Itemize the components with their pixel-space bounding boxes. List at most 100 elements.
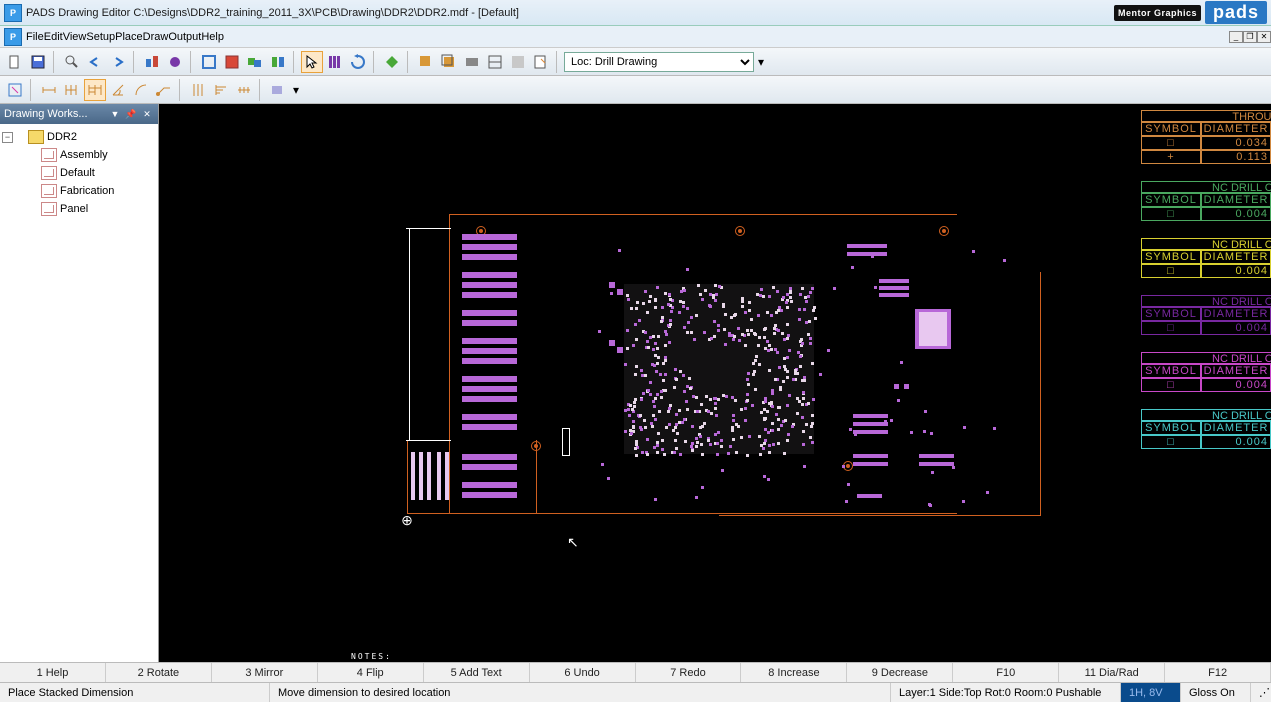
panel-title-text: Drawing Works... — [4, 108, 106, 120]
dim-horiz-icon[interactable] — [38, 79, 60, 101]
tree-item-default[interactable]: Default — [2, 164, 156, 182]
drawing-tree[interactable]: − DDR2 Assembly Default Fabrication — [0, 124, 158, 662]
fkey-9[interactable]: 9 Decrease — [847, 663, 953, 682]
panel-titlebar[interactable]: Drawing Works... ▼ 📌 ✕ — [0, 104, 158, 124]
menu-setup[interactable]: Setup — [86, 31, 115, 43]
drill-table: THROUGHSYMBOLDIAMETER□0.034+0.113 — [1141, 110, 1271, 164]
drawing-workspace-panel: Drawing Works... ▼ 📌 ✕ − DDR2 Assembly D… — [0, 104, 159, 662]
tree-item-label: Assembly — [60, 149, 108, 161]
menu-draw[interactable]: Draw — [143, 31, 169, 43]
drill-table: NC DRILL CHASYMBOLDIAMETER□0.004 — [1141, 352, 1271, 392]
panel-pin-icon[interactable]: 📌 — [124, 107, 138, 121]
fkey-5[interactable]: 5 Add Text — [424, 663, 530, 682]
status-grid[interactable]: 1H, 8V — [1121, 683, 1181, 702]
find-icon[interactable] — [61, 51, 83, 73]
layer1-icon[interactable] — [198, 51, 220, 73]
new-icon[interactable] — [4, 51, 26, 73]
toolbar2-overflow-icon[interactable]: ▾ — [290, 79, 302, 101]
mdi-restore-button[interactable]: ❐ — [1243, 31, 1257, 43]
save-icon[interactable] — [27, 51, 49, 73]
cursor-icon: ↖ — [567, 534, 579, 551]
menu-bar: File Edit View Setup Place Draw Output H… — [26, 31, 224, 43]
fkey-12[interactable]: F12 — [1165, 663, 1271, 682]
fkey-4[interactable]: 4 Flip — [318, 663, 424, 682]
tree-item-fabrication[interactable]: Fabrication — [2, 182, 156, 200]
tool-f-icon[interactable] — [530, 51, 552, 73]
tool-e-icon[interactable] — [507, 51, 529, 73]
tree-item-assembly[interactable]: Assembly — [2, 146, 156, 164]
window-title: PADS Drawing Editor C:\Designs\DDR2_trai… — [26, 7, 1114, 19]
dim-angle-icon[interactable] — [107, 79, 129, 101]
menu-help[interactable]: Help — [201, 31, 224, 43]
fit-icon[interactable] — [164, 51, 186, 73]
doc-icon[interactable]: P — [4, 28, 22, 46]
collapse-icon[interactable]: − — [2, 132, 13, 143]
fkey-8[interactable]: 8 Increase — [741, 663, 847, 682]
refresh-icon[interactable] — [347, 51, 369, 73]
dim-baseline-icon[interactable] — [210, 79, 232, 101]
redo-icon[interactable] — [107, 51, 129, 73]
tree-item-label: Panel — [60, 203, 88, 215]
dim-stacked-icon[interactable] — [84, 79, 106, 101]
notes-label: NOTES: — [351, 652, 392, 661]
drill-table: NC DRILL CHASYMBOLDIAMETER□0.004 — [1141, 295, 1271, 335]
menu-file[interactable]: File — [26, 31, 44, 43]
diamond-icon[interactable] — [381, 51, 403, 73]
fkey-7[interactable]: 7 Redo — [636, 663, 742, 682]
fkey-11[interactable]: 11 Dia/Rad — [1059, 663, 1165, 682]
menu-view[interactable]: View — [63, 31, 87, 43]
dim-arc-icon[interactable] — [130, 79, 152, 101]
layer4-icon[interactable] — [267, 51, 289, 73]
drill-table: NC DRILL CHASYMBOLDIAMETER□0.004 — [1141, 181, 1271, 221]
dim-leader-icon[interactable] — [153, 79, 175, 101]
fkey-1[interactable]: 1 Help — [0, 663, 106, 682]
tool-d-icon[interactable] — [484, 51, 506, 73]
fiducial-icon — [735, 226, 745, 236]
drawing-canvas[interactable]: ⊕ ↖ — [159, 104, 1271, 662]
tree-item-label: Default — [60, 167, 95, 179]
drill-table: NC DRILL CHASYMBOLDIAMETER□0.004 — [1141, 238, 1271, 278]
tree-item-panel[interactable]: Panel — [2, 200, 156, 218]
dim-opt-icon[interactable] — [267, 79, 289, 101]
layer2-icon[interactable] — [221, 51, 243, 73]
dim-auto-icon[interactable] — [4, 79, 26, 101]
layer3-icon[interactable] — [244, 51, 266, 73]
undo-icon[interactable] — [84, 51, 106, 73]
tool-b-icon[interactable] — [438, 51, 460, 73]
sheet-icon — [41, 166, 57, 180]
panel-close-icon[interactable]: ✕ — [140, 107, 154, 121]
fiducial-icon — [531, 441, 541, 451]
fkey-3[interactable]: 3 Mirror — [212, 663, 318, 682]
mdi-close-button[interactable]: ✕ — [1257, 31, 1271, 43]
zoom-icon[interactable] — [141, 51, 163, 73]
tool-a-icon[interactable] — [415, 51, 437, 73]
layer-selector[interactable]: Loc: Drill Drawing — [564, 52, 754, 72]
tool-c-icon[interactable] — [461, 51, 483, 73]
fkey-10[interactable]: F10 — [953, 663, 1059, 682]
work-area: Drawing Works... ▼ 📌 ✕ − DDR2 Assembly D… — [0, 104, 1271, 662]
fiducial-icon — [939, 226, 949, 236]
fkey-6[interactable]: 6 Undo — [530, 663, 636, 682]
columns-icon[interactable] — [324, 51, 346, 73]
fkey-2[interactable]: 2 Rotate — [106, 663, 212, 682]
status-command: Place Stacked Dimension — [0, 683, 270, 702]
tree-root[interactable]: − DDR2 — [2, 128, 156, 146]
toolbar-overflow-icon[interactable]: ▾ — [755, 51, 767, 73]
menu-output[interactable]: Output — [168, 31, 201, 43]
status-gloss[interactable]: Gloss On — [1181, 683, 1251, 702]
tree-item-label: Fabrication — [60, 185, 114, 197]
folder-icon — [28, 130, 44, 144]
menu-edit[interactable]: Edit — [44, 31, 63, 43]
menu-place[interactable]: Place — [115, 31, 143, 43]
resize-grip-icon[interactable]: ⋰ — [1251, 683, 1271, 702]
mentor-logo: Mentor Graphics — [1114, 5, 1201, 21]
drill-table: NC DRILL CHASYMBOLDIAMETER□0.004 — [1141, 409, 1271, 449]
pads-logo: pads — [1205, 1, 1267, 24]
mdi-minimize-button[interactable]: _ — [1229, 31, 1243, 43]
dim-vert-icon[interactable] — [61, 79, 83, 101]
brand-logos: Mentor Graphics pads — [1114, 1, 1267, 24]
panel-dropdown-icon[interactable]: ▼ — [108, 107, 122, 121]
pointer-icon[interactable] — [301, 51, 323, 73]
dim-chain-icon[interactable] — [233, 79, 255, 101]
dim-grid-icon[interactable] — [187, 79, 209, 101]
